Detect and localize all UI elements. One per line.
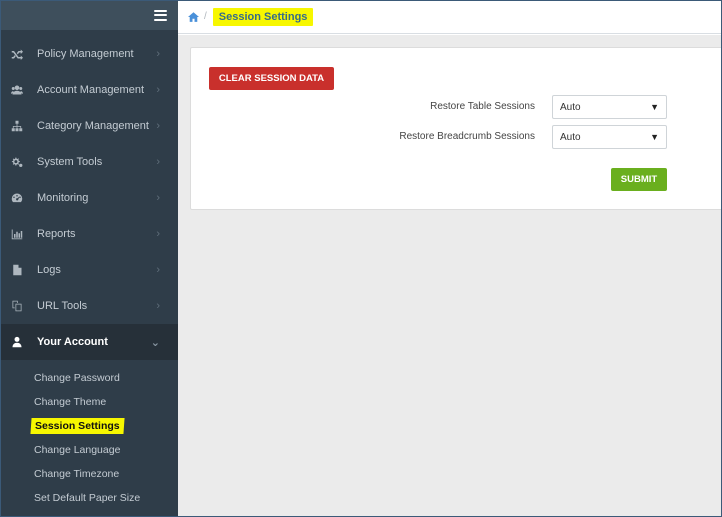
sidebar-item-label: Category Management xyxy=(37,120,149,132)
chevron-right-icon: › xyxy=(156,192,160,204)
submenu-item-label: Change Language xyxy=(34,444,121,456)
restore-breadcrumb-sessions-select[interactable]: Auto ▼ xyxy=(552,125,667,149)
breadcrumb-separator: / xyxy=(204,11,207,22)
submenu-item-change-language[interactable]: Change Language xyxy=(0,438,178,462)
chevron-right-icon: › xyxy=(156,120,160,132)
dashboard-icon xyxy=(10,191,24,205)
sidebar-item-label: Account Management xyxy=(37,84,145,96)
restore-breadcrumb-sessions-label: Restore Breadcrumb Sessions xyxy=(399,131,535,142)
sidebar-item-label: Monitoring xyxy=(37,192,89,204)
submenu-item-session-settings[interactable]: Session Settings xyxy=(0,414,178,438)
dropdown-arrow-icon: ▼ xyxy=(650,102,659,112)
sidebar-header xyxy=(0,0,178,30)
hamburger-menu-icon[interactable] xyxy=(154,9,167,21)
restore-table-sessions-row: Restore Table Sessions Auto ▼ xyxy=(191,95,722,119)
your-account-submenu: Change Password Change Theme Session Set… xyxy=(0,360,178,510)
breadcrumb: / Session Settings xyxy=(178,0,722,34)
submenu-item-label: Change Timezone xyxy=(34,468,120,480)
sidebar-item-reports[interactable]: Reports › xyxy=(0,216,178,252)
sidebar-item-monitoring[interactable]: Monitoring › xyxy=(0,180,178,216)
highlight-marker: Session Settings xyxy=(30,418,125,434)
home-icon[interactable] xyxy=(188,11,199,22)
submenu-item-change-theme[interactable]: Change Theme xyxy=(0,390,178,414)
chevron-down-icon: ⌄ xyxy=(150,336,160,349)
sidebar-item-label: URL Tools xyxy=(37,300,88,312)
sidebar-item-url-tools[interactable]: URL Tools › xyxy=(0,288,178,324)
restore-breadcrumb-sessions-row: Restore Breadcrumb Sessions Auto ▼ xyxy=(191,125,722,149)
chevron-right-icon: › xyxy=(156,300,160,312)
main-content: CLEAR SESSION DATA Restore Table Session… xyxy=(178,35,722,517)
dropdown-arrow-icon: ▼ xyxy=(650,132,659,142)
chevron-right-icon: › xyxy=(156,84,160,96)
restore-table-sessions-label: Restore Table Sessions xyxy=(430,101,535,112)
sitemap-icon xyxy=(10,119,24,133)
gears-icon xyxy=(10,155,24,169)
submenu-item-change-timezone[interactable]: Change Timezone xyxy=(0,462,178,486)
user-icon xyxy=(10,335,24,349)
sidebar-item-system-tools[interactable]: System Tools › xyxy=(0,144,178,180)
sidebar-item-your-account[interactable]: Your Account ⌄ xyxy=(0,324,178,360)
sidebar-item-label: Your Account xyxy=(37,336,108,348)
sidebar-item-label: Reports xyxy=(37,228,76,240)
sidebar: Policy Management › Account Management ›… xyxy=(0,0,178,517)
shuffle-icon xyxy=(10,47,24,61)
copy-icon xyxy=(10,299,24,313)
submenu-item-label: Change Theme xyxy=(34,396,107,408)
sidebar-item-logs[interactable]: Logs › xyxy=(0,252,178,288)
sidebar-item-label: System Tools xyxy=(37,156,103,168)
submenu-item-label: Set Default Paper Size xyxy=(34,492,141,504)
select-value: Auto xyxy=(560,101,581,113)
users-icon xyxy=(10,83,24,97)
chevron-right-icon: › xyxy=(156,264,160,276)
sidebar-item-account-management[interactable]: Account Management › xyxy=(0,72,178,108)
submit-button[interactable]: SUBMIT xyxy=(611,168,667,191)
sidebar-item-category-management[interactable]: Category Management › xyxy=(0,108,178,144)
bar-chart-icon xyxy=(10,227,24,241)
submenu-item-set-default-paper-size[interactable]: Set Default Paper Size xyxy=(0,486,178,510)
chevron-right-icon: › xyxy=(156,156,160,168)
sidebar-item-label: Logs xyxy=(37,264,61,276)
chevron-right-icon: › xyxy=(156,228,160,240)
page-title: Session Settings xyxy=(212,7,314,26)
sidebar-item-label: Policy Management xyxy=(37,48,134,60)
submenu-item-label: Change Password xyxy=(34,372,120,384)
restore-table-sessions-select[interactable]: Auto ▼ xyxy=(552,95,667,119)
sidebar-item-policy-management[interactable]: Policy Management › xyxy=(0,36,178,72)
select-value: Auto xyxy=(560,131,581,143)
submenu-item-change-password[interactable]: Change Password xyxy=(0,366,178,390)
session-settings-panel: CLEAR SESSION DATA Restore Table Session… xyxy=(190,47,722,210)
file-icon xyxy=(10,263,24,277)
submenu-item-label: Session Settings xyxy=(35,420,120,432)
clear-session-data-button[interactable]: CLEAR SESSION DATA xyxy=(209,67,334,90)
chevron-right-icon: › xyxy=(156,48,160,60)
